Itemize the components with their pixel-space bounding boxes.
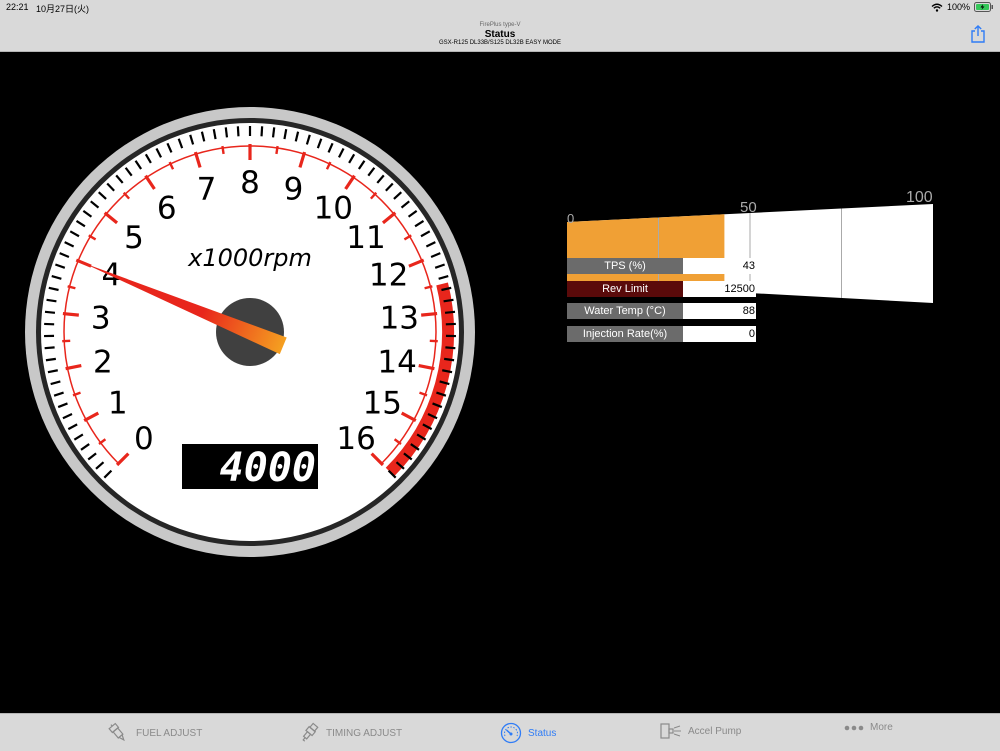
gauge-minor-tick xyxy=(273,127,274,137)
gauge-major-tick xyxy=(63,314,79,316)
status-date: 10月27日(火) xyxy=(36,2,89,15)
info-table: TPS (%) 43 Rev Limit 12500 Water Temp (°… xyxy=(567,258,756,348)
info-value: 0 xyxy=(683,326,756,342)
gauge-unit-label: x1000rpm xyxy=(187,244,312,272)
battery-percent: 100% xyxy=(947,2,970,12)
info-value: 88 xyxy=(683,303,756,319)
more-dots-icon xyxy=(844,725,864,731)
model-subtitle: GSX-R125 DL33B/S125 DL32B EASY MODE xyxy=(0,40,1000,47)
tachometer: 012345678910111213141516 x1000rpm 4000 xyxy=(24,106,476,563)
rpm-readout: 4000 xyxy=(220,445,316,491)
gauge-minor-tick xyxy=(47,300,57,302)
info-label: Rev Limit xyxy=(567,281,683,297)
gauge-minor-tick xyxy=(45,347,55,348)
info-row-tps: TPS (%) 43 xyxy=(567,258,756,274)
gauge-scale-label: 12 xyxy=(369,258,408,294)
gauge-half-tick xyxy=(222,146,223,154)
gauge-scale-label: 9 xyxy=(284,172,304,208)
status-time: 22:21 xyxy=(6,2,29,12)
info-row-rev-limit: Rev Limit 12500 xyxy=(567,281,756,297)
tab-label: Status xyxy=(528,728,556,739)
throttle-label-50: 50 xyxy=(740,199,757,216)
tab-fuel-adjust[interactable]: FUEL ADJUST xyxy=(106,722,202,744)
info-value: 12500 xyxy=(683,281,756,297)
tab-label: FUEL ADJUST xyxy=(136,728,202,739)
gauge-scale-label: 3 xyxy=(91,300,111,336)
info-label: Injection Rate(%) xyxy=(567,326,683,342)
gauge-half-tick xyxy=(276,146,277,154)
gauge-major-tick xyxy=(421,314,437,316)
gauge-minor-tick xyxy=(262,126,263,136)
fuel-injector-icon xyxy=(106,722,130,744)
info-label: Water Temp (°C) xyxy=(567,303,683,319)
app-name: FirePlus type-V xyxy=(0,22,1000,29)
gauge-scale-label: 15 xyxy=(363,386,402,422)
gauge-minor-tick xyxy=(444,359,454,360)
gauge-scale-label: 1 xyxy=(108,386,128,422)
tab-status[interactable]: Status xyxy=(500,722,556,744)
gauge-minor-tick xyxy=(238,126,239,136)
gauge-minor-tick xyxy=(226,127,227,137)
gauge-minor-tick xyxy=(445,312,455,313)
info-label: TPS (%) xyxy=(567,258,683,274)
gauge-minor-tick xyxy=(444,300,454,302)
throttle-label-100: 100 xyxy=(906,189,933,206)
gauge-minor-tick xyxy=(45,312,55,313)
tab-label: More xyxy=(870,722,893,733)
nav-bar: FirePlus type-V Status GSX-R125 DL33B/S1… xyxy=(0,16,1000,52)
gauge-scale-label: 13 xyxy=(380,300,419,336)
gauge-scale-label: 2 xyxy=(93,344,113,380)
accel-pump-icon xyxy=(660,722,682,740)
battery-charging-icon xyxy=(974,2,994,12)
gauge-minor-tick xyxy=(46,359,56,360)
tab-more[interactable]: More xyxy=(844,722,893,733)
gauge-minor-tick xyxy=(445,347,455,348)
gauge-scale-label: 7 xyxy=(197,172,217,208)
spark-plug-icon xyxy=(298,722,320,744)
page-title: Status xyxy=(0,29,1000,40)
gauge-scale-label: 6 xyxy=(157,190,177,226)
info-row-injection-rate: Injection Rate(%) 0 xyxy=(567,326,756,342)
tab-accel-pump[interactable]: Accel Pump xyxy=(660,722,741,740)
speedometer-icon xyxy=(500,722,522,744)
gauge-scale-label: 8 xyxy=(240,165,260,201)
status-right: 100% xyxy=(931,2,994,12)
info-value: 43 xyxy=(683,258,756,274)
gauge-scale-label: 16 xyxy=(336,421,375,457)
share-icon[interactable] xyxy=(970,25,986,43)
status-bar: 22:21 10月27日(火) 100% xyxy=(0,0,1000,16)
info-row-water-temp: Water Temp (°C) 88 xyxy=(567,303,756,319)
gauge-scale-label: 0 xyxy=(134,421,154,457)
wifi-icon xyxy=(931,3,943,12)
throttle-label-0: 0 xyxy=(567,211,574,226)
tab-label: Accel Pump xyxy=(688,726,741,737)
tab-label: TIMING ADJUST xyxy=(326,728,402,739)
tab-bar: FUEL ADJUST TIMING ADJUST Status Accel P… xyxy=(0,713,1000,751)
gauge-scale-label: 5 xyxy=(124,220,144,256)
gauge-scale-label: 14 xyxy=(377,344,416,380)
tab-timing-adjust[interactable]: TIMING ADJUST xyxy=(298,722,402,744)
gauge-scale-label: 11 xyxy=(346,220,385,256)
